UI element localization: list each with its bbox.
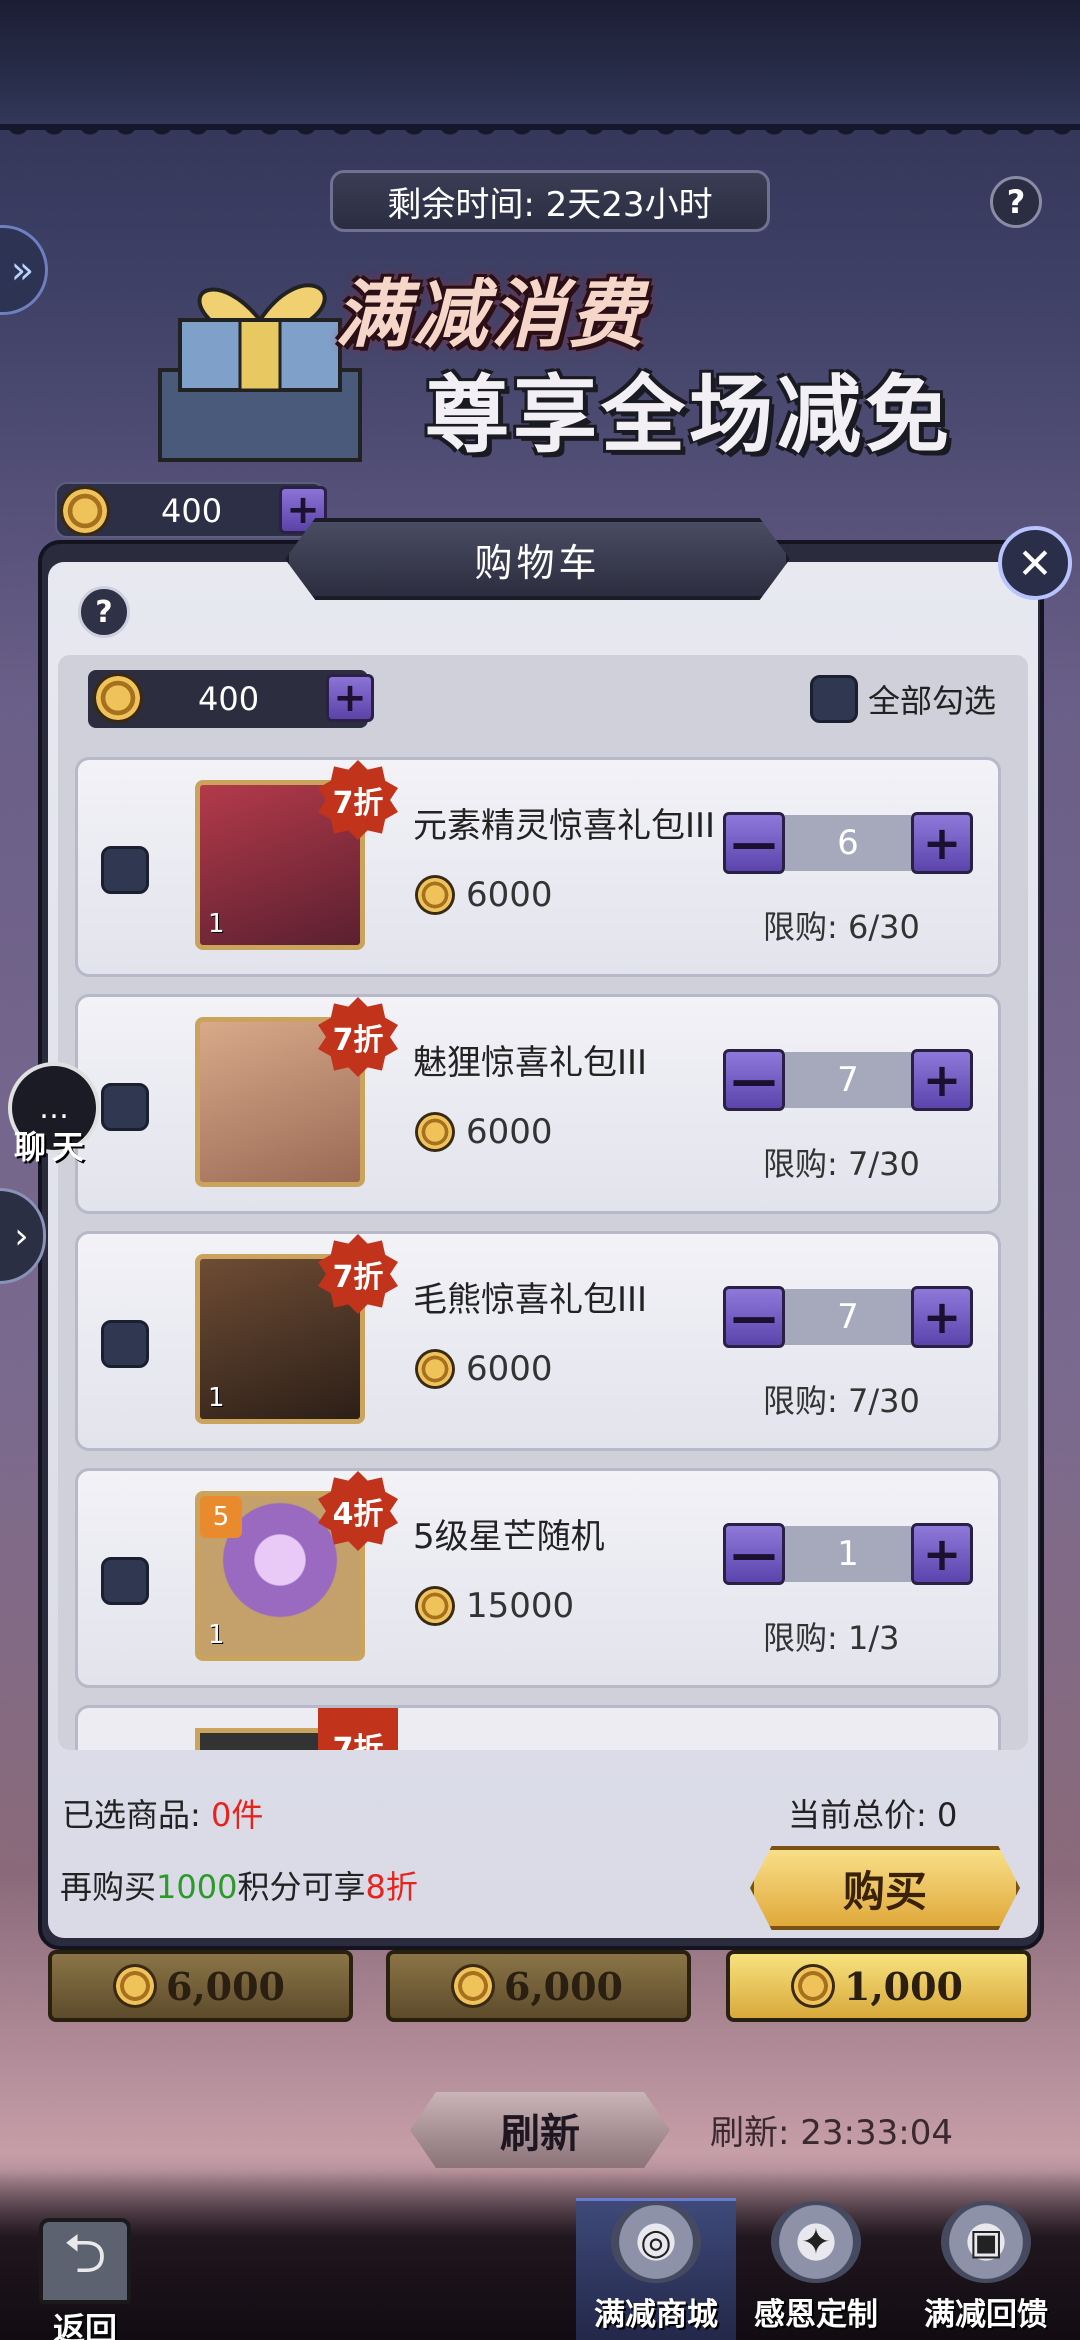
event-timer: 剩余时间: 2天23小时 xyxy=(330,170,770,232)
buy-button[interactable]: 购买 xyxy=(750,1846,1020,1930)
item-price: 15000 xyxy=(418,1586,574,1626)
quantity-value[interactable]: 7 xyxy=(785,1289,911,1345)
cart-item: 1 7折 元素精灵惊喜礼包III 6000 — 6 + 限购: 6/30 xyxy=(75,757,1001,977)
item-checkbox[interactable] xyxy=(101,1320,149,1368)
item-name: 元素精灵惊喜礼包III xyxy=(413,806,716,846)
quantity-stepper: — 1 + xyxy=(723,1521,973,1587)
decrease-button[interactable]: — xyxy=(723,1049,785,1111)
item-name: 毛熊惊喜礼包III xyxy=(413,1280,648,1320)
item-checkbox[interactable] xyxy=(101,1557,149,1605)
coin-icon xyxy=(116,1967,154,2005)
item-name: 5级星芒随机 xyxy=(413,1517,605,1557)
currency-amount: 400 xyxy=(161,492,223,530)
cart-currency-display: 400 + xyxy=(88,670,374,728)
decrease-button[interactable]: — xyxy=(723,1523,785,1585)
item-price: 6000 xyxy=(418,1349,553,1389)
back-arrow-icon: ⮌ xyxy=(39,2218,131,2304)
chat-bubble-icon: … xyxy=(39,1090,69,1126)
cart-item: 7折 魅狸惊喜礼包III 6000 — 7 + 限购: 7/30 xyxy=(75,994,1001,1214)
quantity-value[interactable]: 1 xyxy=(785,1526,911,1582)
select-all-toggle[interactable]: 全部勾选 xyxy=(810,675,996,723)
item-name: 魅狸惊喜礼包III xyxy=(413,1043,648,1083)
expand-arrow-icon[interactable]: » xyxy=(0,225,48,315)
tab-custom-gift[interactable]: ✦ 感恩定制 xyxy=(736,2198,896,2340)
selected-count-value: 0件 xyxy=(210,1796,264,1834)
select-all-checkbox[interactable] xyxy=(810,675,858,723)
item-price: 6000 xyxy=(418,875,553,915)
item-level: 1 xyxy=(208,909,225,939)
tab-discount-mall[interactable]: ◎ 满减商城 xyxy=(576,2198,736,2340)
tab-label: 感恩定制 xyxy=(754,2297,878,2333)
add-currency-button[interactable]: + xyxy=(326,674,374,722)
cart-item-partial: 7折 xyxy=(75,1705,1001,1750)
select-all-label: 全部勾选 xyxy=(868,682,997,720)
item-checkbox[interactable] xyxy=(101,846,149,894)
purchase-limit: 限购: 1/3 xyxy=(763,1619,900,1657)
item-level: 1 xyxy=(208,1620,225,1650)
tab-label: 满减回馈 xyxy=(924,2297,1048,2333)
refresh-button[interactable]: 刷新 xyxy=(410,2092,670,2168)
quantity-value[interactable]: 7 xyxy=(785,1052,911,1108)
shop-price-button[interactable]: 6,000 xyxy=(48,1950,353,2022)
tab-label: 满减商城 xyxy=(594,2297,718,2333)
cart-item: 5 1 4折 5级星芒随机 15000 — 1 + 限购: 1/3 xyxy=(75,1468,1001,1688)
shop-price-button[interactable]: 6,000 xyxy=(386,1950,691,2022)
banner-subtitle: 尊享全场减免 xyxy=(425,366,954,464)
currency-display: 400 + xyxy=(55,482,327,538)
quantity-value[interactable]: 6 xyxy=(785,815,911,871)
increase-button[interactable]: + xyxy=(911,1049,973,1111)
cart-help-button[interactable]: ? xyxy=(78,586,130,638)
treasure-chest-icon: ▣ xyxy=(941,2201,1031,2283)
decrease-button[interactable]: — xyxy=(723,812,785,874)
coin-icon xyxy=(418,1352,452,1386)
coin-icon xyxy=(96,676,140,720)
cart-item: 1 7折 毛熊惊喜礼包III 6000 — 7 + 限购: 7/30 xyxy=(75,1231,1001,1451)
purchase-limit: 限购: 7/30 xyxy=(763,1382,920,1420)
top-frame xyxy=(0,0,1080,146)
tab-discount-rewards[interactable]: ▣ 满减回馈 xyxy=(896,2198,1076,2340)
spiral-emblem-icon: ◎ xyxy=(611,2201,701,2283)
back-label: 返回 xyxy=(52,2310,117,2340)
modal-title: 购物车 xyxy=(285,518,790,600)
chat-label[interactable]: 聊天 xyxy=(14,1122,90,1168)
shop-price-button[interactable]: 1,000 xyxy=(726,1950,1031,2022)
star-level-badge: 5 xyxy=(200,1496,242,1538)
quantity-stepper: — 7 + xyxy=(723,1284,973,1350)
banner-title: 满减消费 xyxy=(335,272,647,358)
total-price: 当前总价: 0 xyxy=(788,1796,958,1834)
coin-icon xyxy=(794,1967,832,2005)
purchase-limit: 限购: 7/30 xyxy=(763,1145,920,1183)
coin-icon xyxy=(454,1967,492,2005)
item-price: 6000 xyxy=(418,1112,553,1152)
increase-button[interactable]: + xyxy=(911,812,973,874)
increase-button[interactable]: + xyxy=(911,1286,973,1348)
cart-currency-amount: 400 xyxy=(198,680,260,718)
selected-count: 已选商品: 0件 xyxy=(62,1796,264,1834)
coin-icon xyxy=(63,489,107,533)
refresh-timer: 刷新: 23:33:04 xyxy=(710,2113,953,2153)
item-checkbox[interactable] xyxy=(101,1083,149,1131)
item-level: 1 xyxy=(208,1383,225,1413)
purchase-limit: 限购: 6/30 xyxy=(763,908,920,946)
back-button[interactable]: ⮌ 返回 xyxy=(30,2218,140,2340)
event-help-button[interactable]: ? xyxy=(990,176,1042,228)
shell-icon: ✦ xyxy=(771,2201,861,2283)
quantity-stepper: — 7 + xyxy=(723,1047,973,1113)
coin-icon xyxy=(418,1589,452,1623)
coin-icon xyxy=(418,878,452,912)
increase-button[interactable]: + xyxy=(911,1523,973,1585)
quantity-stepper: — 6 + xyxy=(723,810,973,876)
close-button[interactable]: ✕ xyxy=(998,526,1072,600)
promo-text: 再购买1000积分可享8折 xyxy=(60,1868,418,1906)
discount-badge: 7折 xyxy=(318,1708,398,1750)
decrease-button[interactable]: — xyxy=(723,1286,785,1348)
coin-icon xyxy=(418,1115,452,1149)
